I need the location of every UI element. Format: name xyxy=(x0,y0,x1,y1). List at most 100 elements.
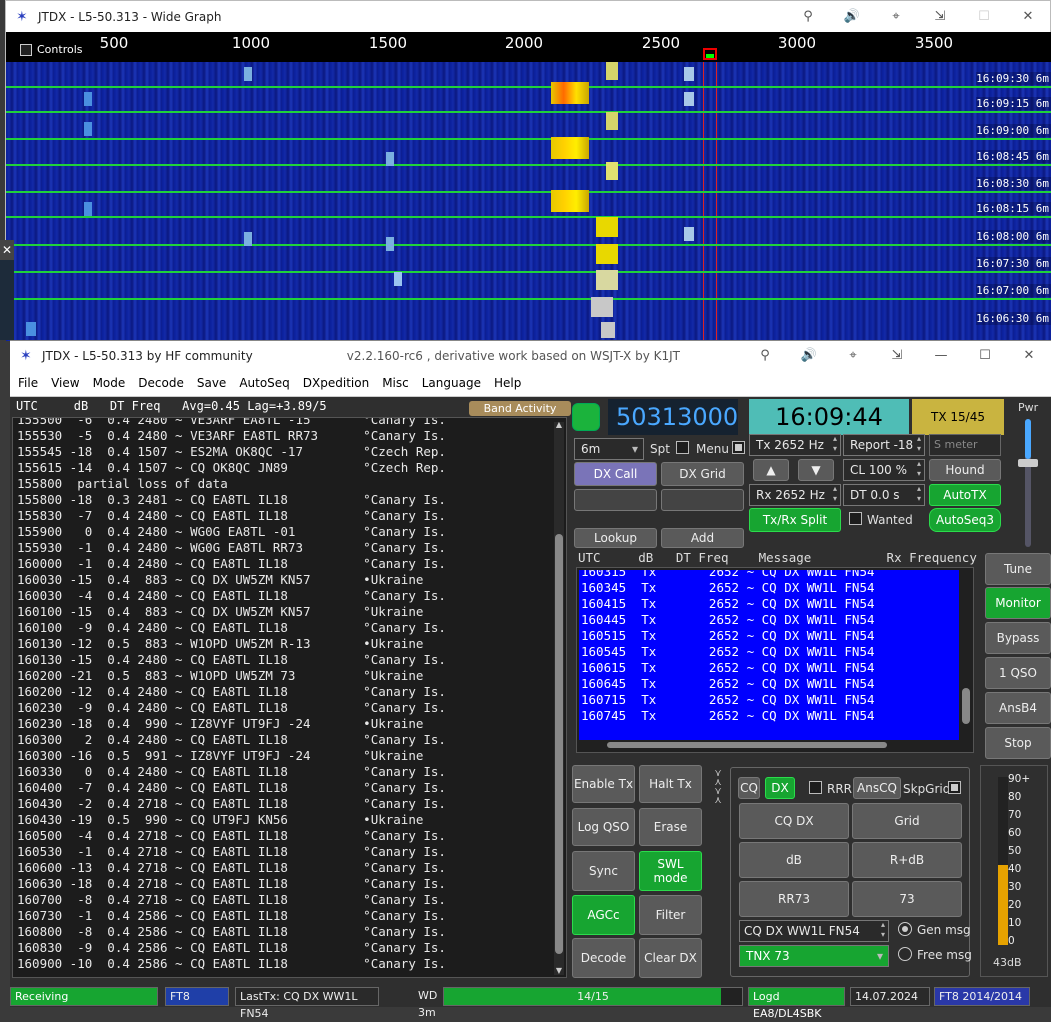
scrollbar-thumb[interactable] xyxy=(555,534,563,954)
menu-autoseq[interactable]: AutoSeq xyxy=(239,376,289,390)
db-message-button[interactable]: dB xyxy=(739,842,849,878)
band-activity-row[interactable]: 160430 -2 0.4 2718 ~ CQ EA8TL IL18 °Cana… xyxy=(13,796,566,812)
band-activity-row[interactable]: 155830 -7 0.4 2480 ~ CQ EA8TL IL18 °Cana… xyxy=(13,508,566,524)
scrollbar-thumb[interactable] xyxy=(607,742,887,748)
controls-toggle[interactable]: Controls xyxy=(20,43,83,56)
band-activity-row[interactable]: 155800 -18 0.3 2481 ~ CQ EA8TL IL18 °Can… xyxy=(13,492,566,508)
band-activity-scrollbar[interactable]: ▲ ▼ xyxy=(554,420,564,975)
band-activity-row[interactable]: 155930 -1 0.4 2480 ~ WG0G EA8TL RR73 °Ca… xyxy=(13,540,566,556)
cq-button[interactable]: CQ xyxy=(738,777,760,799)
lookup-button[interactable]: Lookup xyxy=(574,528,657,548)
frequency-display[interactable]: 50313000 xyxy=(608,399,738,435)
rx-frequency-row[interactable]: 160445 Tx 2652 ~ CQ DX WW1L FN54 xyxy=(579,612,959,628)
ansb4-button[interactable]: AnsB4 xyxy=(985,692,1051,724)
agcc-button[interactable]: AGCc xyxy=(572,895,635,935)
band-activity-row[interactable]: 155500 -6 0.4 2480 ~ VE3ARF EA8TL -15 °C… xyxy=(13,418,566,428)
band-activity-row[interactable]: 160030 -15 0.4 883 ~ CQ DX UW5ZM KN57 •U… xyxy=(13,572,566,588)
band-activity-row[interactable]: 155800 partial loss of data xyxy=(13,476,566,492)
anscq-button[interactable]: AnsCQ xyxy=(853,777,901,799)
band-activity-row[interactable]: 160830 -9 0.4 2586 ~ CQ EA8TL IL18 °Cana… xyxy=(13,940,566,956)
rx-frequency-row[interactable]: 160645 Tx 2652 ~ CQ DX WW1L FN54 xyxy=(579,676,959,692)
band-activity-row[interactable]: 160100 -15 0.4 883 ~ CQ DX UW5ZM KN57 °U… xyxy=(13,604,566,620)
band-activity-row[interactable]: 160600 -13 0.4 2718 ~ CQ EA8TL IL18 °Can… xyxy=(13,860,566,876)
frequency-scale[interactable]: Controls 500 1000 1500 2000 2500 3000 35… xyxy=(6,32,1051,62)
menu-view[interactable]: View xyxy=(51,376,79,390)
band-activity-row[interactable]: 160230 -18 0.4 990 ~ IZ8VYF UT9FJ -24 •U… xyxy=(13,716,566,732)
speaker-icon[interactable]: 🔊 xyxy=(830,9,874,24)
skpgrid-checkbox[interactable] xyxy=(948,781,961,794)
band-activity-row[interactable]: 160530 -1 0.4 2718 ~ CQ EA8TL IL18 °Cana… xyxy=(13,844,566,860)
target-icon[interactable]: ⌖ xyxy=(831,348,875,363)
s-meter-field[interactable]: S meter xyxy=(929,434,1001,456)
free-message-select[interactable]: TNX 73 xyxy=(739,945,889,967)
dx-grid-button[interactable]: DX Grid xyxy=(661,462,744,486)
close-icon[interactable]: ✕ xyxy=(0,240,14,260)
tab-switch-icons[interactable]: ⋎ ⋏ ⋎ ⋏ xyxy=(707,769,729,806)
speaker-icon[interactable]: 🔊 xyxy=(787,348,831,363)
menu-language[interactable]: Language xyxy=(422,376,481,390)
dt-spinbox[interactable]: DT 0.0 s xyxy=(843,484,925,506)
dx-call-button[interactable]: DX Call xyxy=(574,462,657,486)
cl-spinbox[interactable]: CL 100 % xyxy=(843,459,925,481)
r-db-message-button[interactable]: R+dB xyxy=(852,842,962,878)
rx-frequency-spinbox[interactable]: Rx 2652 Hz xyxy=(749,484,841,506)
band-activity-row[interactable]: 160700 -8 0.4 2718 ~ CQ EA8TL IL18 °Cana… xyxy=(13,892,566,908)
autotx-button[interactable]: AutoTX xyxy=(929,484,1001,506)
band-activity-row[interactable]: 160300 2 0.4 2480 ~ CQ EA8TL IL18 °Canar… xyxy=(13,732,566,748)
rr73-message-button[interactable]: RR73 xyxy=(739,881,849,917)
cq-dx-message-button[interactable]: CQ DX xyxy=(739,803,849,839)
down-arrow-button[interactable]: ▼ xyxy=(798,459,834,481)
menu-checkbox[interactable] xyxy=(732,441,745,454)
73-message-button[interactable]: 73 xyxy=(852,881,962,917)
controls-checkbox[interactable] xyxy=(20,43,32,56)
band-activity-row[interactable]: 160130 -12 0.5 883 ~ W1OPD UW5ZM R-13 •U… xyxy=(13,636,566,652)
rx-frequency-row[interactable]: 160715 Tx 2652 ~ CQ DX WW1L FN54 xyxy=(579,692,959,708)
tune-button[interactable]: Tune xyxy=(985,553,1051,585)
band-activity-row[interactable]: 160900 -10 0.4 2586 ~ CQ EA8TL IL18 °Can… xyxy=(13,956,566,972)
rx-frequency-row[interactable]: 160315 Tx 2652 ~ CQ DX WW1L FN54 xyxy=(579,570,959,580)
menu-help[interactable]: Help xyxy=(494,376,521,390)
scrollbar-thumb[interactable] xyxy=(962,688,970,724)
band-activity-row[interactable]: 160400 -7 0.4 2480 ~ CQ EA8TL IL18 °Cana… xyxy=(13,780,566,796)
band-activity-button[interactable]: Band Activity xyxy=(469,401,571,416)
power-slider[interactable] xyxy=(1018,419,1038,547)
band-activity-row[interactable]: 155900 0 0.4 2480 ~ WG0G EA8TL -01 °Cana… xyxy=(13,524,566,540)
monitor-button[interactable]: Monitor xyxy=(985,587,1051,619)
band-activity-row[interactable]: 160130 -15 0.4 2480 ~ CQ EA8TL IL18 °Can… xyxy=(13,652,566,668)
generated-message-field[interactable]: CQ DX WW1L FN54 xyxy=(739,920,889,942)
band-activity-row[interactable]: 155530 -5 0.4 2480 ~ VE3ARF EA8TL RR73 °… xyxy=(13,428,566,444)
up-arrow-button[interactable]: ▲ xyxy=(753,459,789,481)
grid-message-button[interactable]: Grid xyxy=(852,803,962,839)
swl-mode-button[interactable]: SWL mode xyxy=(639,851,702,891)
maximize-icon[interactable]: ☐ xyxy=(963,348,1007,363)
menu-misc[interactable]: Misc xyxy=(382,376,409,390)
rx-frequency-row[interactable]: 160545 Tx 2652 ~ CQ DX WW1L FN54 xyxy=(579,644,959,660)
band-activity-row[interactable]: 160200 -21 0.5 883 ~ W1OPD UW5ZM 73 °Ukr… xyxy=(13,668,566,684)
pin-icon[interactable]: ⚲ xyxy=(786,9,830,24)
band-activity-row[interactable]: 160200 -12 0.4 2480 ~ CQ EA8TL IL18 °Can… xyxy=(13,684,566,700)
dx-call-field[interactable] xyxy=(574,489,657,511)
free-msg-radio[interactable] xyxy=(898,947,912,961)
halt-tx-button[interactable]: Halt Tx xyxy=(639,765,702,803)
erase-button[interactable]: Erase xyxy=(639,808,702,846)
scroll-up-icon[interactable]: ▲ xyxy=(554,420,564,429)
menu-mode[interactable]: Mode xyxy=(93,376,126,390)
rx-frequency-list[interactable]: 160315 Tx 2652 ~ CQ DX WW1L FN54 160345 T… xyxy=(576,567,974,753)
rx-horizontal-scrollbar[interactable] xyxy=(587,740,957,750)
minimize-icon[interactable]: — xyxy=(919,348,963,363)
tx-frequency-spinbox[interactable]: Tx 2652 Hz xyxy=(749,434,841,456)
bypass-button[interactable]: Bypass xyxy=(985,622,1051,654)
rx-frequency-row[interactable]: 160615 Tx 2652 ~ CQ DX WW1L FN54 xyxy=(579,660,959,676)
rrr-checkbox[interactable] xyxy=(809,781,822,794)
stop-button[interactable]: Stop xyxy=(985,727,1051,759)
band-activity-row[interactable]: 160730 -1 0.4 2586 ~ CQ EA8TL IL18 °Cana… xyxy=(13,908,566,924)
gen-msg-radio[interactable] xyxy=(898,922,912,936)
band-select[interactable]: 6m xyxy=(574,438,644,460)
tx-rx-split-button[interactable]: Tx/Rx Split xyxy=(749,508,841,532)
maximize-icon[interactable]: ☐ xyxy=(962,9,1006,24)
menu-file[interactable]: File xyxy=(18,376,38,390)
band-activity-row[interactable]: 160000 -1 0.4 2480 ~ CQ EA8TL IL18 °Cana… xyxy=(13,556,566,572)
rx-tx-frequency-marker[interactable] xyxy=(703,48,717,60)
menu-decode[interactable]: Decode xyxy=(138,376,184,390)
one-qso-button[interactable]: 1 QSO xyxy=(985,657,1051,689)
